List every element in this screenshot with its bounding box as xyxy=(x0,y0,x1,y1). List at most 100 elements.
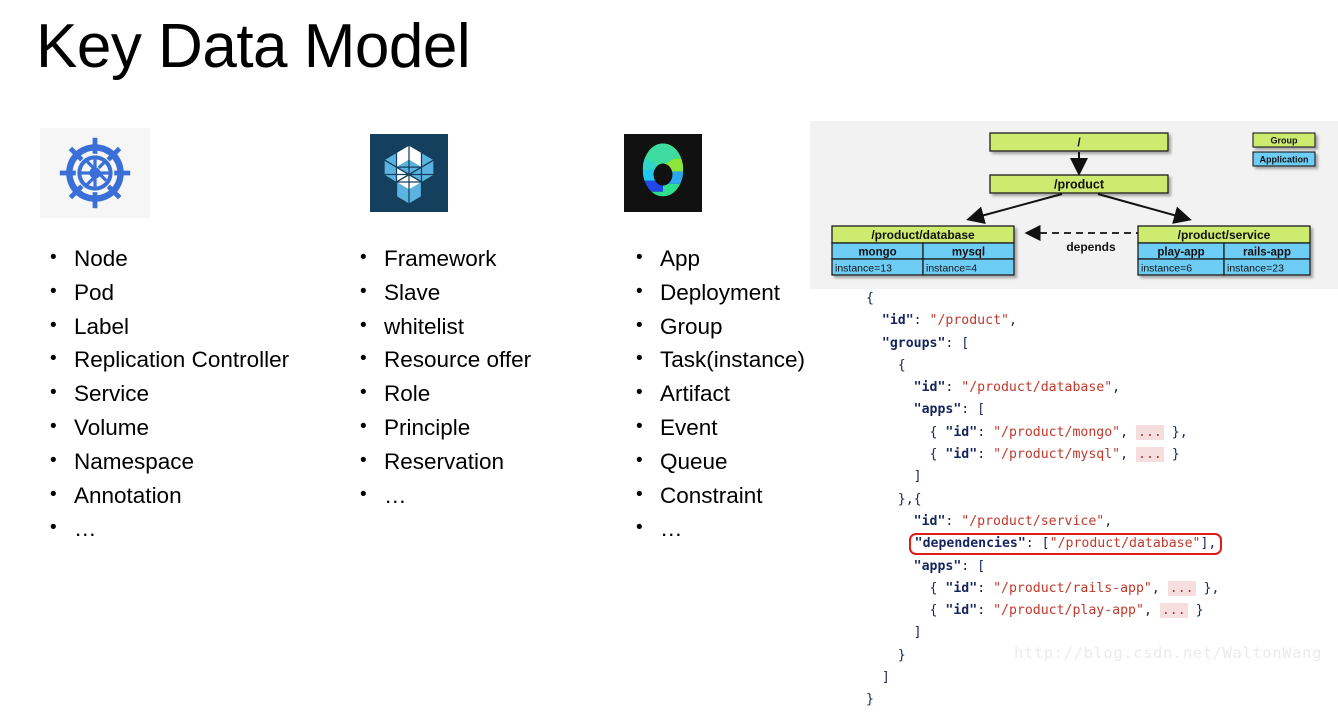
marathon-logo-box xyxy=(608,128,718,218)
diagram-group-service: /product/service play-app rails-app inst… xyxy=(1137,225,1311,276)
code-punct: } xyxy=(1195,580,1212,596)
list-item: Replication Controller xyxy=(38,342,338,377)
code-punct: , xyxy=(1120,424,1137,440)
marathon-concept-list: App Deployment Group Task(instance) Arti… xyxy=(624,241,815,546)
code-punct: { xyxy=(929,603,946,619)
code-line: { "id": "/product/rails-app", ... }, xyxy=(866,578,1336,600)
code-line: } xyxy=(866,689,1336,711)
code-string: "/product/database" xyxy=(1049,536,1201,552)
code-string: "/product" xyxy=(929,313,1009,329)
list-item: Deployment xyxy=(624,275,815,310)
code-punct: : [ xyxy=(945,335,970,351)
code-punct: , xyxy=(1112,380,1121,396)
column-kubernetes: Node Pod Label Replication Controller Se… xyxy=(38,128,338,546)
list-item: Reservation xyxy=(348,444,612,479)
code-punct: : xyxy=(977,603,994,619)
list-item: whitelist xyxy=(348,309,612,344)
code-line: { "id": "/product/play-app", ... } xyxy=(866,600,1336,622)
code-ellipsis: ... xyxy=(1136,424,1164,440)
code-punct: } xyxy=(1163,447,1180,463)
diagram-legend: Group Application xyxy=(1252,132,1316,167)
code-key: "apps" xyxy=(913,558,962,574)
watermark: http://blog.csdn.net/WaltonWang xyxy=(1014,644,1322,662)
marathon-group-diagram: Group Application / /product depends /pr… xyxy=(810,121,1338,289)
code-punct: , xyxy=(1151,580,1168,596)
code-line: "id": "/product", xyxy=(866,310,1336,332)
list-item: Task(instance) xyxy=(624,342,815,377)
diagram-node-root: / xyxy=(989,132,1169,152)
code-line: ] xyxy=(866,466,1336,488)
code-punct: } xyxy=(1187,603,1204,619)
code-string: "/product/rails-app" xyxy=(993,580,1152,596)
code-line: "dependencies": ["/product/database"], xyxy=(866,533,1336,556)
app-label-mysql: mysql xyxy=(952,247,985,259)
code-key: "apps" xyxy=(913,402,962,418)
code-line: "groups": [ xyxy=(866,333,1336,355)
list-item: Namespace xyxy=(38,444,338,479)
list-item: Group xyxy=(624,309,815,344)
code-ellipsis: ... xyxy=(1136,447,1164,463)
code-line: "apps": [ xyxy=(866,399,1336,421)
list-item: Node xyxy=(38,241,338,276)
code-string: "/product/mongo" xyxy=(993,424,1121,440)
code-line: { "id": "/product/mongo", ... }, xyxy=(866,422,1336,444)
list-item: Service xyxy=(38,376,338,411)
diagram-group-database: /product/database mongo mysql instance=1… xyxy=(831,225,1015,276)
code-line: "apps": [ xyxy=(866,556,1336,578)
code-punct: , xyxy=(1211,580,1220,596)
code-punct: , xyxy=(1104,513,1113,529)
column-marathon: App Deployment Group Task(instance) Arti… xyxy=(600,128,815,546)
code-key: "id" xyxy=(945,447,978,463)
code-key: "dependencies" xyxy=(914,536,1026,552)
code-punct: : xyxy=(913,313,930,329)
code-punct: : xyxy=(945,380,962,396)
code-punct: : xyxy=(945,513,962,529)
code-punct: : [ xyxy=(961,402,986,418)
edge-product-to-database xyxy=(966,193,1063,225)
kubernetes-logo xyxy=(59,137,131,209)
app-instances-rails-app: instance=23 xyxy=(1227,263,1284,275)
code-key: "groups" xyxy=(881,335,946,351)
group-label-service: /product/service xyxy=(1178,228,1271,242)
list-item: Resource offer xyxy=(348,342,612,377)
code-ellipsis: ... xyxy=(1159,603,1188,619)
app-instances-mysql: instance=4 xyxy=(926,263,977,275)
apache-mesos-logo xyxy=(370,134,448,212)
code-punct: : [ xyxy=(1025,536,1050,552)
list-item: Constraint xyxy=(624,478,815,513)
code-line: { xyxy=(866,355,1336,377)
code-punct: { xyxy=(897,357,906,373)
diagram-node-product: /product xyxy=(989,174,1169,194)
list-item: Volume xyxy=(38,410,338,445)
code-ellipsis: ... xyxy=(1167,580,1196,596)
code-key: "id" xyxy=(945,580,978,596)
code-string: "/product/mysql" xyxy=(993,447,1121,463)
code-highlight-dependencies: "dependencies": ["/product/database"], xyxy=(908,533,1223,556)
code-line: { "id": "/product/mysql", ... } xyxy=(866,444,1336,466)
code-punct: ] xyxy=(913,469,922,485)
code-punct: { xyxy=(929,447,946,463)
list-item: Pod xyxy=(38,275,338,310)
code-line: { xyxy=(866,288,1336,310)
list-item: … xyxy=(348,478,612,513)
column-mesos: Framework Slave whitelist Resource offer… xyxy=(322,128,612,512)
code-key: "id" xyxy=(913,513,946,529)
code-punct: , xyxy=(1120,447,1137,463)
code-key: "id" xyxy=(945,603,978,619)
app-label-rails-app: rails-app xyxy=(1243,247,1291,259)
code-key: "id" xyxy=(945,424,978,440)
marathon-logo xyxy=(624,134,702,212)
list-item: Label xyxy=(38,309,338,344)
list-item: Annotation xyxy=(38,478,338,513)
edge-label-depends: depends xyxy=(1066,240,1116,254)
code-punct: : xyxy=(977,580,994,596)
